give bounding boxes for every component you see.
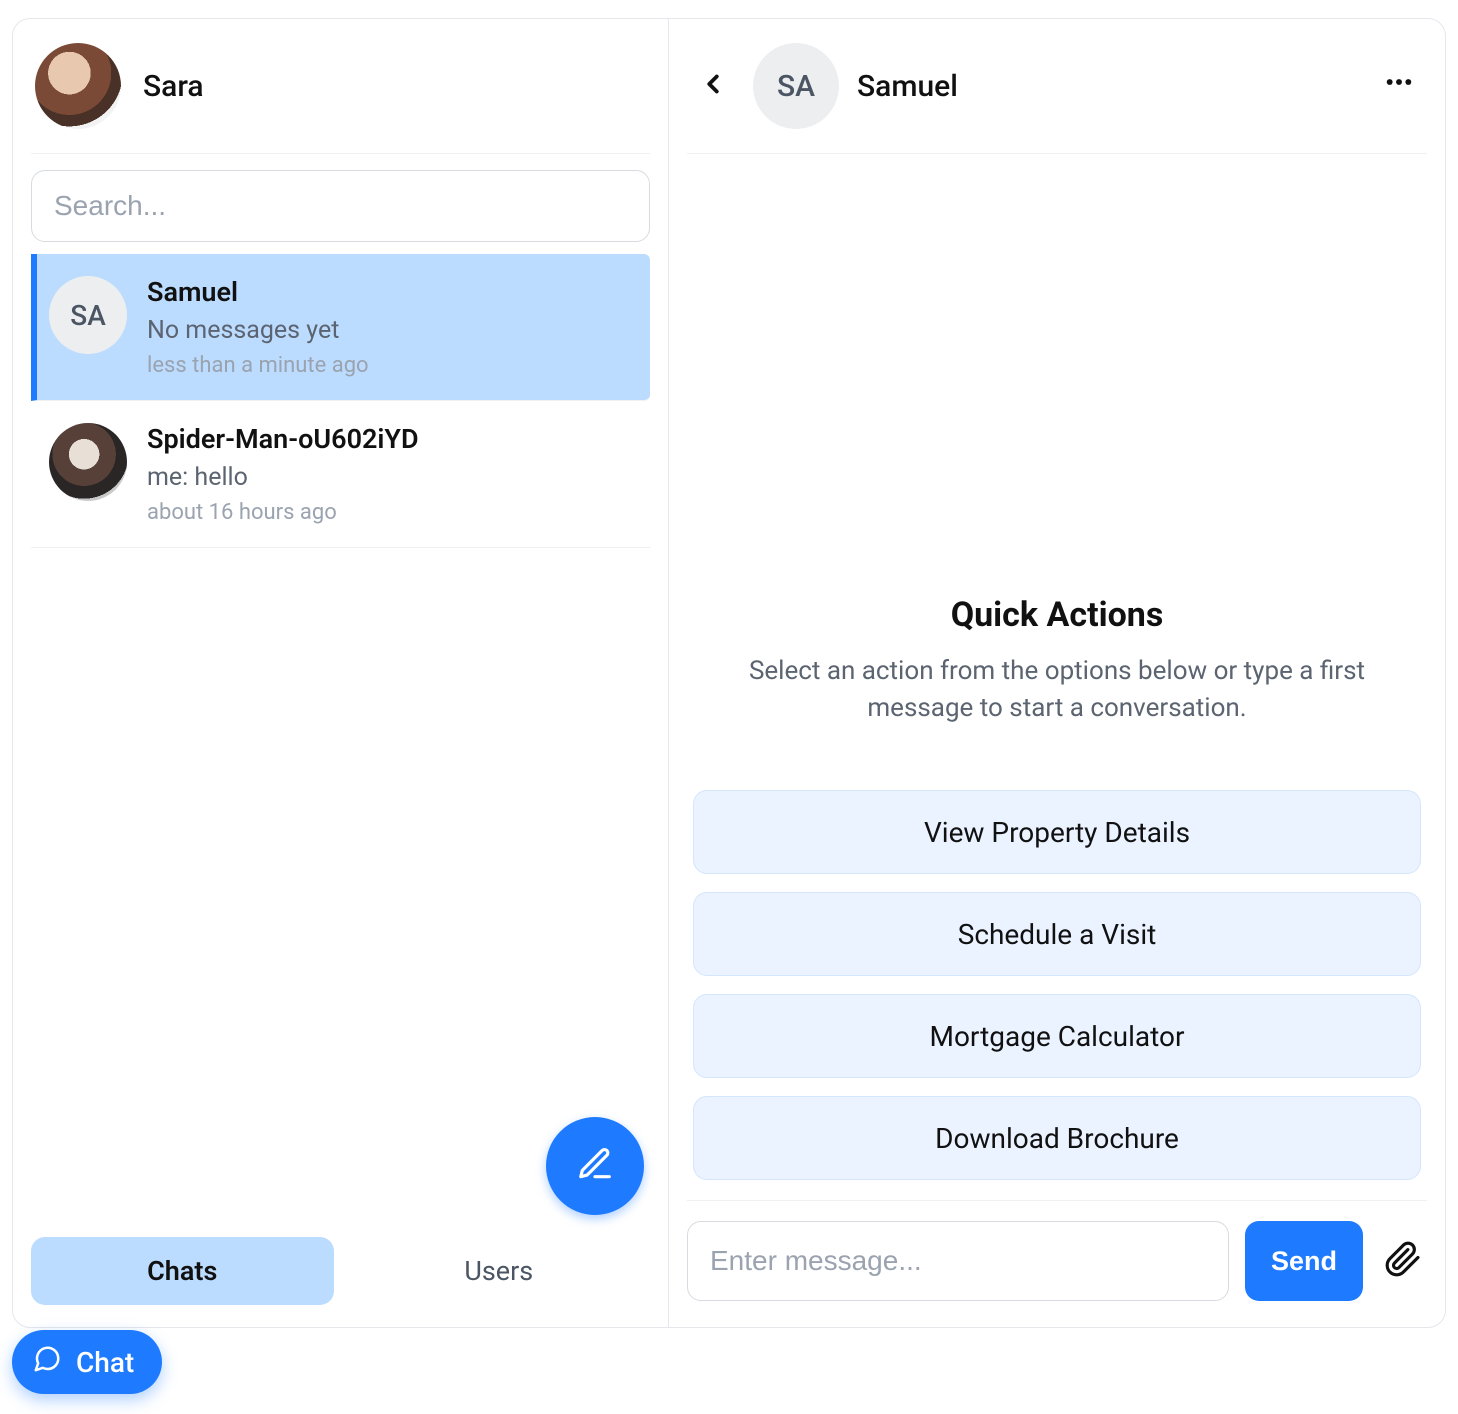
back-button[interactable] (691, 64, 735, 108)
tab-users[interactable]: Users (348, 1237, 651, 1305)
quick-actions-list: View Property Details Schedule a Visit M… (687, 790, 1427, 1180)
send-button[interactable]: Send (1245, 1221, 1363, 1301)
quick-action-schedule-visit[interactable]: Schedule a Visit (693, 892, 1421, 976)
search-wrap (31, 154, 650, 242)
more-horizontal-icon (1383, 66, 1415, 106)
chat-list: SA Samuel No messages yet less than a mi… (31, 254, 650, 1223)
chat-meta: Spider-Man-oU602iYD me: hello about 16 h… (147, 423, 419, 525)
send-label: Send (1271, 1246, 1337, 1276)
chat-preview: No messages yet (147, 316, 369, 345)
new-chat-button[interactable] (546, 1117, 644, 1215)
paperclip-icon (1384, 1240, 1422, 1282)
quick-action-label: Download Brochure (935, 1122, 1179, 1155)
sidebar-header: Sara (31, 37, 650, 154)
thread-header: SA Samuel (687, 37, 1427, 154)
sidebar: Sara SA Samuel No messages yet less than… (13, 19, 669, 1327)
thread-avatar: SA (753, 43, 839, 129)
quick-action-label: View Property Details (924, 816, 1190, 849)
quick-actions-title: Quick Actions (951, 595, 1164, 635)
thread-contact-name: Samuel (857, 69, 958, 104)
attach-button[interactable] (1379, 1237, 1427, 1285)
chat-time: about 16 hours ago (147, 500, 419, 525)
chat-meta: Samuel No messages yet less than a minut… (147, 276, 369, 378)
quick-action-label: Schedule a Visit (958, 918, 1157, 951)
search-input[interactable] (31, 170, 650, 242)
chat-item-samuel[interactable]: SA Samuel No messages yet less than a mi… (31, 254, 650, 401)
tab-chats-label: Chats (147, 1255, 217, 1287)
thread-body: Quick Actions Select an action from the … (687, 154, 1427, 1201)
more-button[interactable] (1375, 62, 1423, 110)
quick-actions-subtitle: Select an action from the options below … (697, 653, 1417, 728)
thread-panel: SA Samuel Quick Actions Select an action… (669, 19, 1445, 1327)
chat-name: Spider-Man-oU602iYD (147, 423, 419, 455)
chevron-left-icon (698, 69, 728, 103)
chat-name: Samuel (147, 276, 369, 308)
me-avatar[interactable] (35, 43, 121, 129)
quick-action-download-brochure[interactable]: Download Brochure (693, 1096, 1421, 1180)
tab-chats[interactable]: Chats (31, 1237, 334, 1305)
floating-chat-label: Chat (76, 1346, 134, 1379)
me-name: Sara (143, 69, 204, 104)
chat-time: less than a minute ago (147, 353, 369, 378)
avatar-initials-text: SA (70, 299, 106, 332)
composer: Send (687, 1201, 1427, 1327)
chat-preview: me: hello (147, 463, 419, 492)
pencil-icon (576, 1145, 614, 1187)
quick-action-view-property[interactable]: View Property Details (693, 790, 1421, 874)
chat-window: Sara SA Samuel No messages yet less than… (12, 18, 1446, 1328)
sidebar-tabs: Chats Users (31, 1223, 650, 1327)
quick-action-label: Mortgage Calculator (930, 1020, 1185, 1053)
avatar-photo (49, 423, 127, 501)
chat-bubble-icon (32, 1344, 62, 1381)
floating-chat-button[interactable]: Chat (12, 1330, 162, 1394)
thread-avatar-initials: SA (777, 69, 815, 104)
quick-action-mortgage-calculator[interactable]: Mortgage Calculator (693, 994, 1421, 1078)
tab-users-label: Users (464, 1255, 533, 1287)
avatar-initials: SA (49, 276, 127, 354)
chat-item-spiderman[interactable]: Spider-Man-oU602iYD me: hello about 16 h… (31, 401, 650, 548)
message-input[interactable] (687, 1221, 1229, 1301)
